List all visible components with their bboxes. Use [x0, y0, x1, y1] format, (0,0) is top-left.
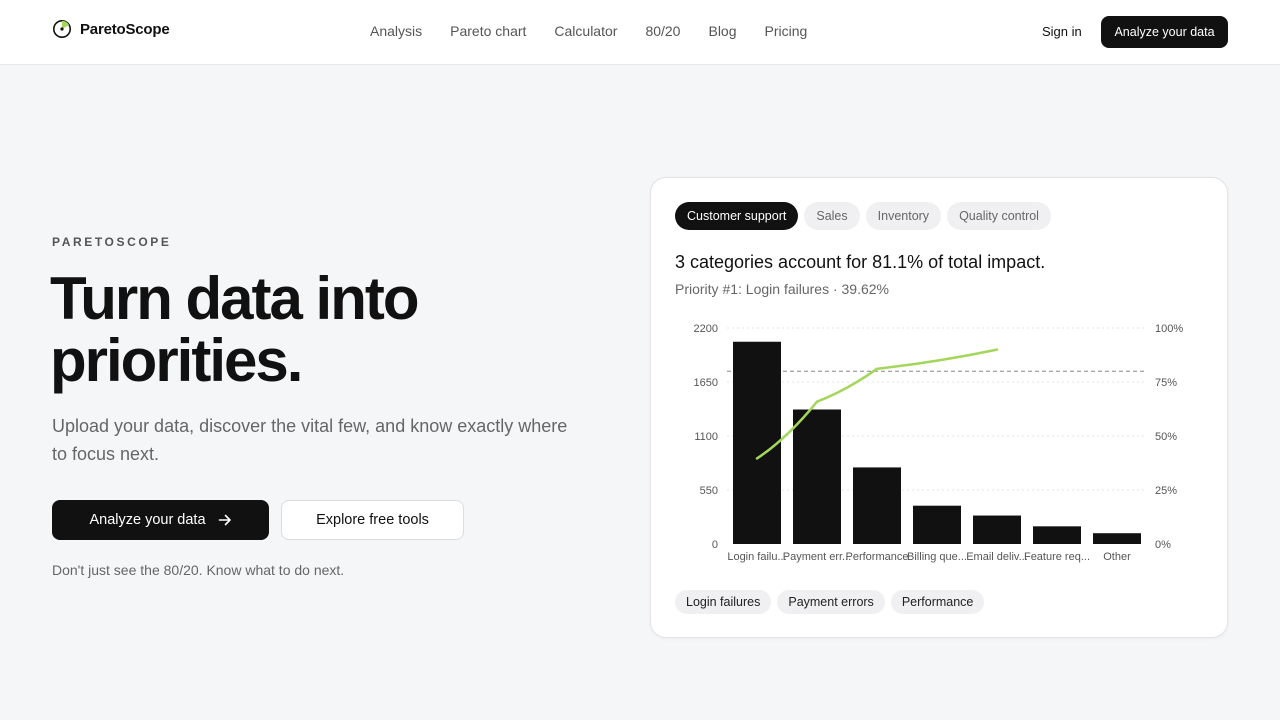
- brand-logo[interactable]: ParetoScope: [52, 19, 170, 39]
- nav-analysis[interactable]: Analysis: [370, 23, 422, 39]
- chip-payment-errors[interactable]: Payment errors: [777, 590, 885, 614]
- hero-headline: Turn data into priorities.: [50, 265, 420, 394]
- hero-subhead: Upload your data, discover the vital few…: [52, 416, 568, 464]
- hero-eyebrow: PARETOSCOPE: [52, 235, 172, 249]
- logo-icon: [53, 20, 71, 38]
- brand-name: ParetoScope: [80, 20, 170, 38]
- nav-calculator[interactable]: Calculator: [554, 23, 617, 39]
- x-tick-label: Payment err...: [783, 551, 851, 563]
- chart-bar: [853, 467, 901, 544]
- tab-customer-support[interactable]: Customer support: [675, 202, 799, 230]
- chart-bar: [1033, 526, 1081, 544]
- chart-bar: [973, 515, 1021, 544]
- y2-tick-label: 25%: [1155, 485, 1177, 497]
- main-nav: Analysis Pareto chart Calculator 80/20 B…: [370, 23, 807, 39]
- card-subtitle: Priority #1: Login failures · 39.62%: [675, 281, 889, 297]
- arrow-right-icon: [218, 514, 231, 526]
- chip-login-failures[interactable]: Login failures: [675, 590, 772, 614]
- x-tick-label: Feature req...: [1024, 551, 1090, 563]
- y2-tick-label: 75%: [1155, 377, 1177, 389]
- chart-bar: [913, 505, 961, 544]
- tab-sales[interactable]: Sales: [804, 202, 860, 230]
- x-tick-label: Performance: [846, 551, 909, 563]
- nav-80-20[interactable]: 80/20: [645, 23, 680, 39]
- analyze-data-label: Analyze your data: [89, 512, 206, 528]
- y2-tick-label: 50%: [1155, 431, 1177, 443]
- y-tick-label: 1100: [694, 431, 718, 443]
- dataset-tabs: Customer support Sales Inventory Quality…: [675, 202, 1051, 230]
- y-tick-label: 0: [712, 539, 718, 551]
- x-tick-label: Email deliv...: [966, 551, 1028, 563]
- hero-tagline: Don't just see the 80/20. Know what to d…: [52, 562, 345, 578]
- tab-quality-control[interactable]: Quality control: [947, 202, 1051, 230]
- priority-chips: Login failures Payment errors Performanc…: [675, 590, 985, 614]
- y-tick-label: 1650: [694, 377, 718, 389]
- nav-pricing[interactable]: Pricing: [765, 23, 808, 39]
- explore-tools-button[interactable]: Explore free tools: [281, 500, 464, 540]
- y-tick-label: 2200: [694, 323, 718, 335]
- sign-in-link[interactable]: Sign in: [1042, 24, 1082, 39]
- nav-blog[interactable]: Blog: [708, 23, 736, 39]
- analyze-data-button[interactable]: Analyze your data: [52, 500, 269, 540]
- pareto-chart: 0 550 1100 1650 2200 0% 25% 50% 75% 100% Login fai…: [694, 323, 1184, 563]
- header-analyze-button[interactable]: Analyze your data: [1101, 16, 1228, 48]
- x-tick-label: Login failu...: [727, 551, 786, 563]
- x-tick-label: Other: [1103, 551, 1131, 563]
- y2-tick-label: 0%: [1155, 539, 1171, 551]
- x-tick-label: Billing que...: [907, 551, 967, 563]
- chip-performance[interactable]: Performance: [890, 590, 985, 614]
- tab-inventory[interactable]: Inventory: [865, 202, 942, 230]
- top-header: ParetoScope Analysis Pareto chart Calcul…: [0, 0, 1280, 65]
- nav-pareto-chart[interactable]: Pareto chart: [450, 23, 526, 39]
- y2-tick-label: 100%: [1155, 323, 1183, 335]
- card-title: 3 categories account for 81.1% of total …: [675, 252, 1046, 272]
- y-tick-label: 550: [700, 485, 718, 497]
- chart-bar: [1093, 533, 1141, 544]
- pareto-preview-card: Customer support Sales Inventory Quality…: [650, 177, 1228, 638]
- chart-bar: [793, 409, 841, 544]
- chart-bar: [733, 341, 781, 544]
